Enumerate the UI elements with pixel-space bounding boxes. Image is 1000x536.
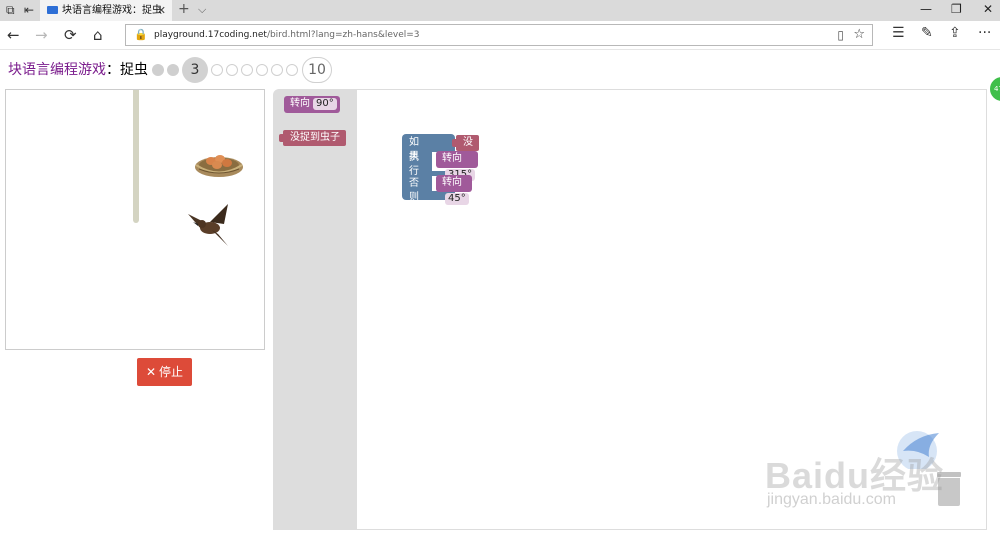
url-path: /bird.html?lang=zh-hans&level=3 — [266, 30, 420, 40]
do-turn-block[interactable]: 转向315° — [436, 151, 479, 181]
lock-icon: 🔒 — [134, 28, 148, 41]
browser-nav-bar: ← → ⟳ ⌂ 🔒 playground.17coding.net/bird.h… — [0, 21, 1000, 50]
level-6-dot[interactable] — [241, 64, 253, 76]
watermark-url: jingyan.baidu.com — [767, 491, 896, 508]
bird-icon — [188, 204, 228, 246]
else-turn-label: 转向 — [442, 177, 462, 188]
level-5-dot[interactable] — [226, 64, 238, 76]
level-4-dot[interactable] — [211, 64, 223, 76]
do-turn-label: 转向 — [442, 153, 462, 164]
tab-actions-icon[interactable]: ⧉ — [6, 3, 15, 17]
else-turn-angle-field[interactable]: 45° — [445, 193, 469, 205]
tab-menu-chevron-icon[interactable]: ⌵ — [198, 3, 206, 17]
tab-active[interactable]: 块语言编程游戏：捉虫 ✕ — [40, 0, 172, 21]
home-icon[interactable]: ⌂ — [93, 26, 103, 44]
back-arrow-icon[interactable]: ← — [7, 26, 20, 44]
new-tab-icon[interactable]: + — [178, 1, 190, 17]
url-host: playground.17coding.net — [154, 30, 267, 40]
baidu-watermark: Baidu经验 jingyan.baidu.com — [765, 427, 965, 517]
browser-tab-bar: ⧉ ⇤ 块语言编程游戏：捉虫 ✕ + ⌵ — ❐ ✕ — [0, 0, 1000, 21]
sensor-block-label: 没捉到虫子 — [290, 132, 340, 143]
level-9-dot[interactable] — [286, 64, 298, 76]
game-title: 块语言编程游戏 — [8, 62, 106, 78]
stop-button-label: 停止 — [159, 365, 184, 379]
web-notes-icon[interactable]: ✎ — [921, 25, 933, 41]
else-label: 否则 — [409, 178, 419, 203]
toolbox-turn-block[interactable]: 转向 90° — [284, 96, 340, 113]
page-title: 块语言编程游戏：捉虫 — [8, 61, 148, 79]
do-label: 执行 — [409, 152, 419, 177]
tab-title: 块语言编程游戏：捉虫 — [62, 5, 162, 16]
level-7-dot[interactable] — [256, 64, 268, 76]
window-close-icon[interactable]: ✕ — [983, 2, 993, 16]
hub-icon[interactable]: ☰ — [892, 25, 905, 41]
refresh-icon[interactable]: ⟳ — [64, 26, 77, 44]
level-1-dot[interactable] — [152, 64, 164, 76]
level-current[interactable]: 3 — [182, 57, 208, 83]
share-icon[interactable]: ⇪ — [949, 25, 961, 41]
stop-button[interactable]: ✕ 停止 — [137, 358, 192, 386]
minimize-icon[interactable]: — — [920, 2, 932, 16]
reading-view-icon[interactable]: ▯ — [837, 25, 844, 45]
floating-badge[interactable]: 47 — [988, 75, 1000, 103]
level-8-dot[interactable] — [271, 64, 283, 76]
condition-sensor-block[interactable]: 没捉到虫子 — [452, 135, 479, 212]
set-aside-tabs-icon[interactable]: ⇤ — [24, 3, 34, 17]
blockly-favicon-icon — [47, 6, 58, 14]
title-separator: ： — [106, 62, 120, 78]
restore-icon[interactable]: ❐ — [951, 2, 962, 16]
level-2-dot[interactable] — [167, 64, 179, 76]
tab-close-icon[interactable]: ✕ — [157, 0, 166, 21]
turn-block-label: 转向 — [290, 98, 310, 109]
else-turn-block[interactable]: 转向 45° — [436, 175, 472, 205]
forward-arrow-icon[interactable]: → — [35, 26, 48, 44]
favorite-star-icon[interactable]: ☆ — [853, 25, 865, 45]
turn-angle-field[interactable]: 90° — [313, 98, 337, 110]
game-canvas — [5, 89, 265, 350]
nest-icon — [195, 155, 243, 177]
wall — [133, 90, 139, 223]
level-last[interactable]: 10 — [302, 57, 332, 83]
toolbox-sensor-block[interactable]: 没捉到虫子 — [279, 130, 346, 146]
address-bar[interactable]: 🔒 playground.17coding.net/bird.html?lang… — [125, 24, 873, 46]
game-subtitle: 捉虫 — [120, 62, 148, 78]
blockly-toolbox — [273, 89, 357, 530]
close-icon: ✕ — [145, 365, 157, 379]
more-icon[interactable]: ··· — [978, 25, 991, 41]
